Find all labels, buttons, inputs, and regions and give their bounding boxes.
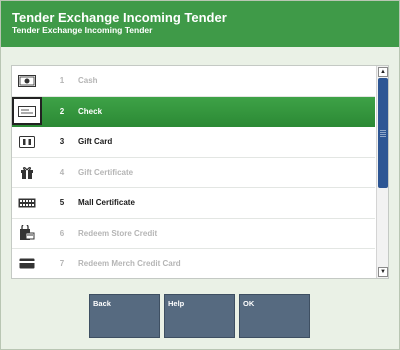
gift-icon: [12, 158, 42, 188]
scroll-thumb[interactable]: [378, 78, 388, 188]
tender-list-frame: 1 Cash 2 Check 3 Gift Card 4 Gift Certif…: [11, 65, 389, 279]
tender-item-number: 1: [59, 76, 65, 86]
tender-item-redeem-merch-credit-card[interactable]: 7 Redeem Merch Credit Card: [12, 249, 375, 278]
tender-item-number: 5: [59, 198, 65, 208]
tender-item-label: Gift Certificate: [78, 167, 134, 177]
tender-item-label: Gift Card: [78, 137, 113, 147]
cash-icon: [12, 66, 42, 96]
tender-item-number: 3: [59, 137, 65, 147]
tender-item-label: Redeem Store Credit: [78, 228, 158, 238]
page-title: Tender Exchange Incoming Tender: [12, 10, 227, 25]
grip-line: [380, 136, 386, 137]
tender-item-number: 7: [59, 259, 65, 269]
tender-item-mall-certificate[interactable]: 5 Mall Certificate: [12, 188, 375, 219]
scroll-up-arrow-icon[interactable]: ▲: [378, 67, 388, 77]
tender-item-number: 6: [59, 228, 65, 238]
ok-button[interactable]: OK: [239, 294, 310, 338]
grip-line: [380, 130, 386, 131]
tender-item-label: Check: [78, 106, 103, 116]
action-buttons: Back Help OK: [89, 294, 310, 338]
tender-item-gift-certificate[interactable]: 4 Gift Certificate: [12, 158, 375, 188]
header-bar: Tender Exchange Incoming Tender Tender E…: [1, 1, 399, 47]
merch-credit-card-icon: [12, 249, 42, 278]
tender-item-number: 2: [59, 106, 65, 116]
grip-line: [380, 134, 386, 135]
help-button[interactable]: Help: [164, 294, 235, 338]
mall-certificate-icon: [12, 188, 42, 218]
grip-line: [380, 132, 386, 133]
tender-item-redeem-store-credit[interactable]: 6 Redeem Store Credit: [12, 219, 375, 249]
check-icon: [12, 97, 42, 126]
scroll-down-arrow-icon[interactable]: ▼: [378, 267, 388, 277]
tender-item-label: Mall Certificate: [78, 198, 135, 208]
tender-item-label: Cash: [78, 76, 98, 86]
tender-item-check[interactable]: 2 Check: [12, 96, 375, 127]
back-button[interactable]: Back: [89, 294, 160, 338]
store-credit-icon: [12, 219, 42, 249]
tender-item-cash[interactable]: 1 Cash: [12, 66, 375, 97]
gift-card-icon: [12, 127, 42, 157]
tender-item-number: 4: [59, 167, 65, 177]
tender-exchange-window: Tender Exchange Incoming Tender Tender E…: [0, 0, 400, 350]
tender-item-gift-card[interactable]: 3 Gift Card: [12, 127, 375, 158]
page-subtitle: Tender Exchange Incoming Tender: [12, 25, 153, 35]
tender-list: 1 Cash 2 Check 3 Gift Card 4 Gift Certif…: [12, 66, 375, 278]
tender-item-label: Redeem Merch Credit Card: [78, 259, 181, 269]
list-scrollbar[interactable]: ▲ ▼: [376, 66, 388, 278]
